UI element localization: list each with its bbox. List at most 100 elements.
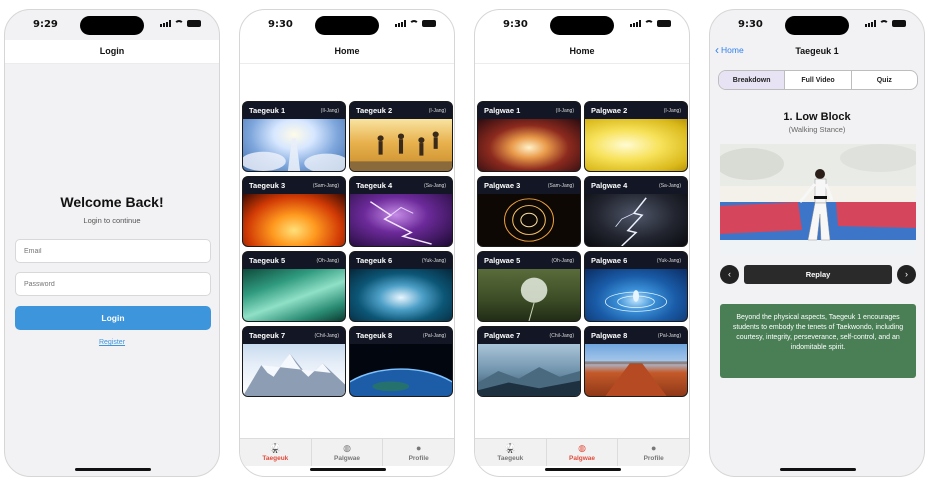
card-subtitle: (Yuk-Jang) [656,257,681,264]
card-subtitle: (Oh-Jang) [316,257,339,264]
tab-label: Palgwae [334,454,361,462]
tab-bar: 🥋 Taegeuk ◍ Palgwae ● Profile [475,438,689,466]
card-subtitle: (Il-Jang) [320,107,339,114]
battery-icon [892,20,906,27]
status-time: 9:30 [738,19,763,30]
status-icons [630,20,671,27]
card-subtitle: (Chil-Jang) [549,332,574,339]
card-title: Palgwae 4 [591,181,628,190]
form-card[interactable]: Taegeuk 7 (Chil-Jang) [242,326,346,397]
tab-palgwae[interactable]: ◍ Palgwae [312,439,384,466]
card-title: Palgwae 2 [591,106,628,115]
wifi-icon [644,20,654,27]
email-field[interactable] [15,239,211,263]
step-title: 1. Low Block [783,111,851,123]
card-subtitle: (Pal-Jang) [657,332,681,339]
dynamic-island [315,16,379,35]
tab-palgwae[interactable]: ◍ Palgwae [547,439,619,466]
person-icon: ● [650,442,657,453]
card-title: Taegeuk 7 [249,331,286,340]
form-card[interactable]: Palgwae 8 (Pal-Jang) [584,326,688,397]
card-title: Palgwae 6 [591,256,628,265]
misty-mountains-image [478,344,580,396]
tab-taegeuk[interactable]: 🥋 Taegeuk [475,439,547,466]
status-bar: 9:29 [5,10,219,40]
lightning-image [585,194,687,246]
form-card[interactable]: Taegeuk 8 (Pal-Jang) [349,326,453,397]
welcome-subheading: Login to continue [83,216,141,225]
form-card[interactable]: Palgwae 6 (Yuk-Jang) [584,251,688,322]
card-subtitle: (Yuk-Jang) [421,257,446,264]
form-card[interactable]: Palgwae 3 (Sam-Jang) [477,176,581,247]
lake-joy-image [350,119,452,171]
segment-full-video[interactable]: Full Video [785,71,852,89]
form-card[interactable]: Taegeuk 3 (Sam-Jang) [242,176,346,247]
card-subtitle: (Il-Jang) [555,107,574,114]
home-indicator [310,468,386,471]
kick-icon: 🥋 [269,442,281,453]
register-link[interactable]: Register [5,339,219,346]
video-controls: ‹ Replay › [720,264,916,284]
card-title: Taegeuk 1 [249,106,286,115]
card-title: Taegeuk 5 [249,256,286,265]
status-icons [160,20,201,27]
signal-icon [865,20,876,27]
card-subtitle: (Pal-Jang) [422,332,446,339]
status-icons [865,20,906,27]
card-title: Taegeuk 6 [356,256,393,265]
yellow-abstract-image [585,119,687,171]
signal-icon [630,20,641,27]
wifi-icon [409,20,419,27]
status-time: 9:29 [33,19,58,30]
login-button[interactable]: Login [15,306,211,330]
person-icon: ● [415,442,422,453]
detail-screen: 9:30 ‹ Home Taegeuk 1 Breakdown Full Vid… [709,9,925,477]
card-subtitle: (Sam-Jang) [312,182,339,189]
form-card[interactable]: Taegeuk 2 (I-Jang) [349,101,453,172]
tab-profile[interactable]: ● Profile [618,439,689,466]
card-title: Palgwae 1 [484,106,521,115]
tab-taegeuk[interactable]: 🥋 Taegeuk [240,439,312,466]
dynamic-island [785,16,849,35]
dynamic-island [80,16,144,35]
technique-video[interactable] [720,144,916,255]
fire-spiral-image [478,194,580,246]
card-subtitle: (Oh-Jang) [551,257,574,264]
status-bar: 9:30 [475,10,689,40]
water-image [350,269,452,321]
segmented-control: Breakdown Full Video Quiz [718,70,918,90]
prev-step-button[interactable]: ‹ [720,264,739,284]
form-card[interactable]: Palgwae 7 (Chil-Jang) [477,326,581,397]
card-subtitle: (I-Jang) [663,107,681,114]
desert-road-image [585,344,687,396]
form-card[interactable]: Taegeuk 6 (Yuk-Jang) [349,251,453,322]
form-card[interactable]: Palgwae 2 (I-Jang) [584,101,688,172]
form-card[interactable]: Taegeuk 4 (Sa-Jang) [349,176,453,247]
card-subtitle: (Chil-Jang) [314,332,339,339]
card-title: Taegeuk 3 [249,181,286,190]
signal-icon [160,20,171,27]
form-grid: Taegeuk 1 (Il-Jang) Taegeuk 2 (I-Jang) Tae… [242,101,454,397]
form-card[interactable]: Palgwae 4 (Sa-Jang) [584,176,688,247]
home-indicator [75,468,151,471]
status-bar: 9:30 [710,10,924,40]
nav-title: Home [334,46,360,56]
status-icons [395,20,436,27]
replay-button[interactable]: Replay [744,264,892,284]
next-step-button[interactable]: › [897,264,916,284]
chevron-right-icon: › [905,269,908,279]
water-drop-image [585,269,687,321]
tab-profile[interactable]: ● Profile [383,439,454,466]
segment-quiz[interactable]: Quiz [852,71,917,89]
status-time: 9:30 [268,19,293,30]
form-card[interactable]: Taegeuk 1 (Il-Jang) [242,101,346,172]
form-card[interactable]: Palgwae 5 (Oh-Jang) [477,251,581,322]
card-title: Palgwae 7 [484,331,521,340]
password-field[interactable] [15,272,211,296]
tab-label: Taegeuk [262,454,289,462]
segment-breakdown[interactable]: Breakdown [719,71,786,89]
form-card[interactable]: Taegeuk 5 (Oh-Jang) [242,251,346,322]
form-card[interactable]: Palgwae 1 (Il-Jang) [477,101,581,172]
battery-icon [187,20,201,27]
nav-title: Home [569,46,595,56]
